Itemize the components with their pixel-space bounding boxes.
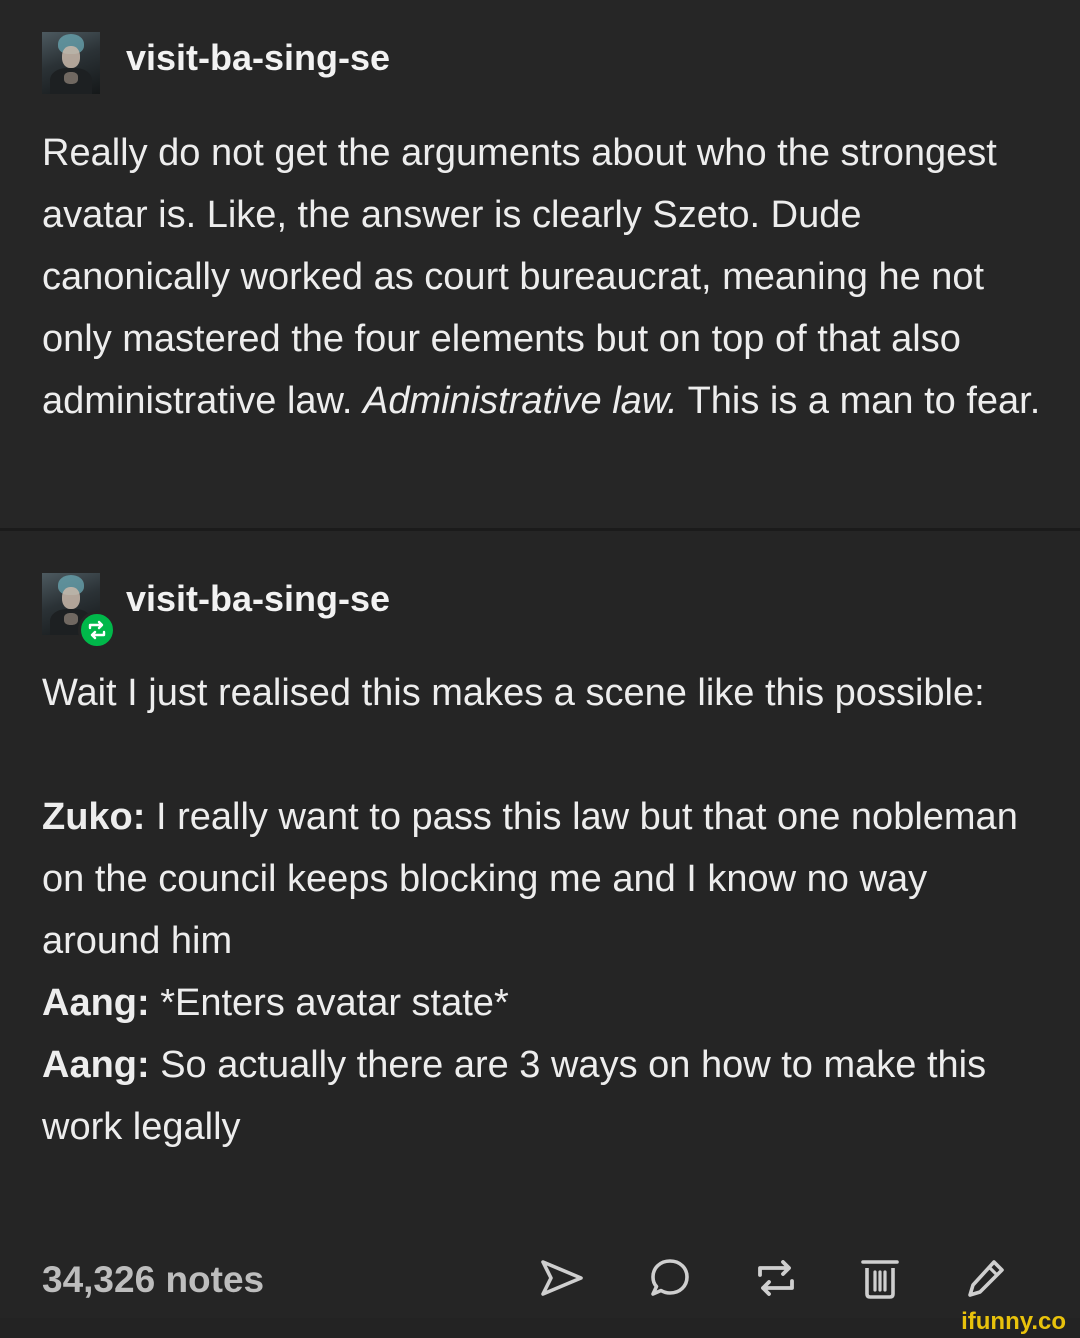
- dialogue-line: Aang: *Enters avatar state*: [42, 982, 509, 1024]
- original-post: visit-ba-sing-se Really do not get the a…: [0, 0, 1080, 528]
- send-icon: [541, 1260, 583, 1296]
- pencil-icon: [968, 1260, 1004, 1297]
- speaker-name: Aang:: [42, 1044, 150, 1086]
- user-avatar-icon[interactable]: [42, 32, 100, 94]
- reblog-icon: [78, 611, 116, 649]
- username[interactable]: visit-ba-sing-se: [126, 577, 390, 621]
- emphasis-text: Administrative law.: [363, 380, 678, 422]
- delete-button[interactable]: [856, 1254, 904, 1302]
- username[interactable]: visit-ba-sing-se: [126, 36, 390, 80]
- post-body: Wait I just realised this makes a scene …: [42, 662, 1052, 1158]
- speaker-name: Zuko:: [42, 796, 146, 838]
- notes-count[interactable]: 34,326 notes: [42, 1256, 264, 1304]
- comment-icon: [651, 1259, 689, 1296]
- post-footer: 34,326 notes: [42, 1252, 1038, 1308]
- edit-button[interactable]: [962, 1254, 1010, 1302]
- reblog-button[interactable]: [752, 1254, 800, 1302]
- speaker-name: Aang:: [42, 982, 150, 1024]
- trash-icon: [861, 1260, 899, 1299]
- reblog-post: visit-ba-sing-se Wait I just realised th…: [0, 531, 1080, 1318]
- dialogue-line: Aang: So actually there are 3 ways on ho…: [42, 1044, 987, 1148]
- share-button[interactable]: [538, 1254, 586, 1302]
- reblog-icon: [758, 1260, 794, 1296]
- post-paragraph: Really do not get the arguments about wh…: [42, 132, 1041, 422]
- watermark-logo: ifunny.co: [961, 1308, 1066, 1335]
- dialogue-line: Zuko: I really want to pass this law but…: [42, 796, 1018, 962]
- post-paragraph: Wait I just realised this makes a scene …: [42, 672, 985, 714]
- reply-button[interactable]: [646, 1254, 694, 1302]
- post-body: Really do not get the arguments about wh…: [42, 122, 1052, 432]
